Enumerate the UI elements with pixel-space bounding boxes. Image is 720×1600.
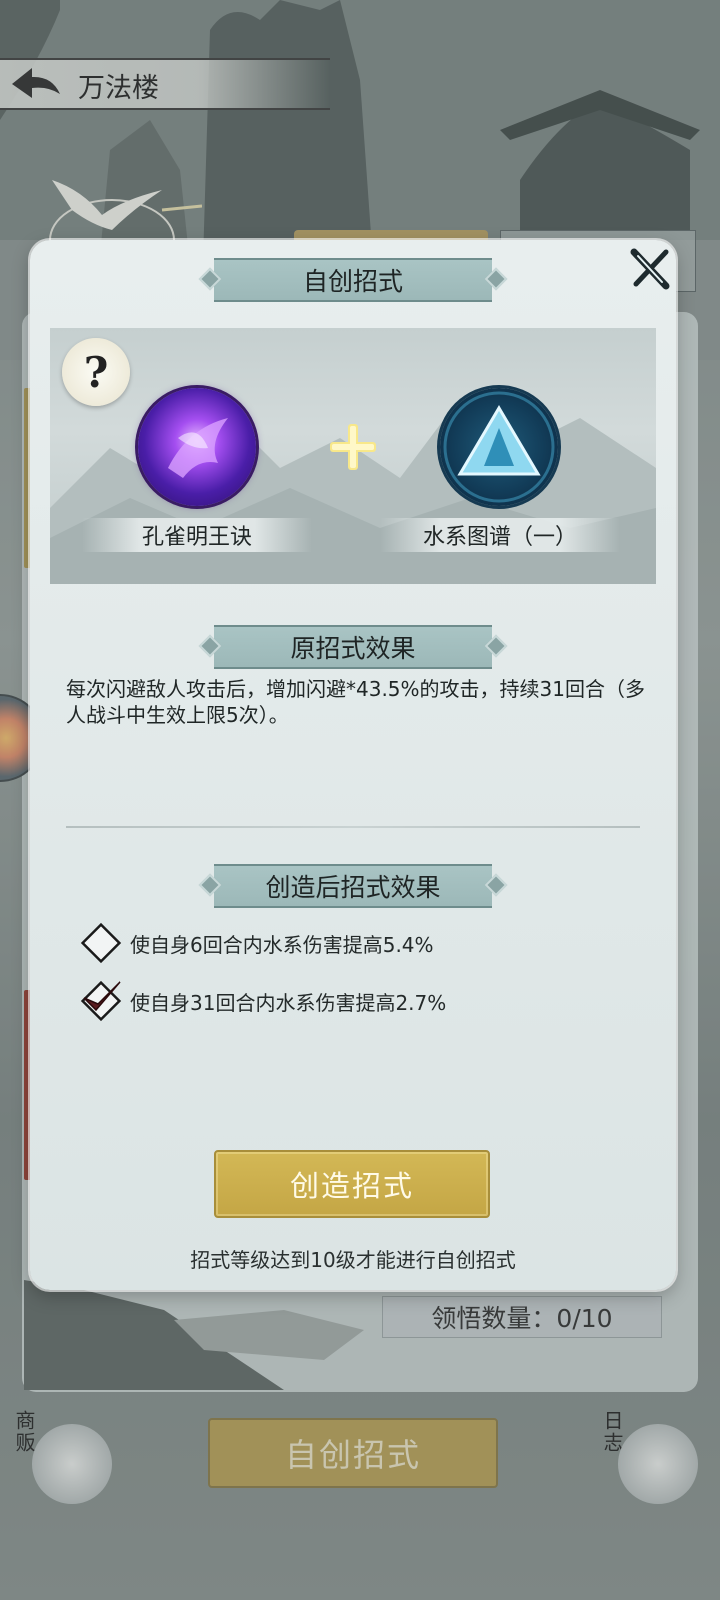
requirement-hint: 招式等级达到10级才能进行自创招式 [190, 1248, 516, 1272]
dialog-title: 自创招式 [302, 267, 403, 296]
skill-name-2: 水系图谱（一） [380, 518, 620, 552]
original-effect-title: 原招式效果 [290, 634, 416, 663]
option-text: 使自身6回合内水系伤害提高5.4% [130, 932, 434, 957]
dialog-title-ribbon: 自创招式 [198, 258, 508, 302]
phoenix-skill-icon[interactable] [138, 388, 256, 506]
effect-option[interactable]: 使自身31回合内水系伤害提高2.7% [78, 978, 446, 1024]
original-effect-text: 每次闪避敌人攻击后，增加闪避*43.5%的攻击，持续31回合（多人战斗中生效上限… [66, 677, 645, 727]
plus-icon [330, 424, 376, 470]
divider [66, 826, 640, 828]
unchecked-diamond-icon[interactable] [78, 920, 124, 966]
phoenix-icon [168, 418, 228, 478]
checked-diamond-icon[interactable] [78, 978, 124, 1024]
effect-option[interactable]: 使自身6回合内水系伤害提高5.4% [78, 920, 434, 966]
close-icon[interactable] [626, 246, 672, 292]
option-text: 使自身31回合内水系伤害提高2.7% [130, 990, 447, 1015]
create-skill-button[interactable]: 创造招式 [214, 1150, 490, 1218]
created-effect-ribbon: 创造后招式效果 [198, 864, 508, 908]
help-button[interactable]: ? [62, 338, 130, 406]
water-triangle-icon [443, 391, 555, 503]
created-effect-title: 创造后招式效果 [265, 873, 441, 902]
original-effect-ribbon: 原招式效果 [198, 625, 508, 669]
skill-name-1: 孔雀明王诀 [82, 518, 312, 552]
question-mark-icon: ? [83, 347, 109, 397]
water-chart-skill-icon[interactable] [440, 388, 558, 506]
